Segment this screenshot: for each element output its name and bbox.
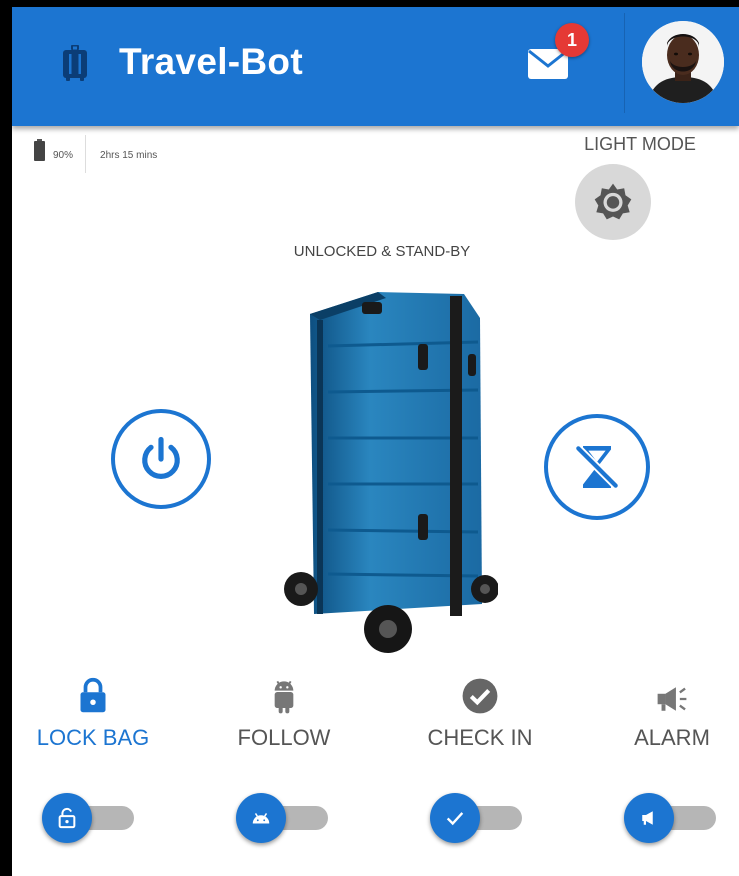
- luggage-icon: [63, 45, 87, 81]
- theme-label: LIGHT MODE: [584, 134, 696, 154]
- time-remaining: 2hrs 15 mins: [100, 150, 158, 161]
- app-title: Travel-Bot: [119, 41, 303, 82]
- check-in-switch[interactable]: [430, 793, 522, 843]
- feature-lock-bag[interactable]: LOCK BAG: [20, 675, 166, 751]
- notification-badge: 1: [555, 23, 589, 57]
- battery-percent: 90%: [53, 150, 74, 161]
- switch-thumb: [236, 793, 286, 843]
- suitcase-image: [284, 292, 498, 653]
- feature-label: ALARM: [634, 725, 710, 750]
- unlock-icon: [58, 807, 76, 829]
- lock-icon: [80, 677, 106, 713]
- hourglass-disabled-icon: [575, 445, 619, 489]
- app-bar: Travel-Bot 1: [12, 7, 739, 126]
- user-avatar[interactable]: [642, 21, 724, 103]
- android-icon: [252, 813, 270, 824]
- feature-list: LOCK BAG FOLLOW CHECK IN ALARM: [12, 675, 739, 755]
- android-icon: [274, 680, 294, 714]
- header-divider: [624, 13, 625, 113]
- switch-thumb: [624, 793, 674, 843]
- app-screen: Travel-Bot 1 90% 2hrs 15 mins LIGHT MODE…: [12, 7, 739, 876]
- battery-status: 90% 2hrs 15 mins: [34, 135, 157, 177]
- check-icon: [446, 812, 464, 826]
- feature-label: CHECK IN: [427, 725, 533, 750]
- power-button[interactable]: [111, 409, 211, 509]
- follow-switch[interactable]: [236, 793, 328, 843]
- timer-off-button[interactable]: [544, 414, 650, 520]
- feature-alarm[interactable]: ALARM: [616, 675, 728, 751]
- brightness-icon: [594, 183, 632, 220]
- theme-toggle-button[interactable]: [575, 164, 651, 240]
- alarm-switch[interactable]: [624, 793, 716, 843]
- battery-icon: [34, 139, 45, 161]
- device-state-label: UNLOCKED & STAND-BY: [293, 243, 471, 260]
- lock-bag-switch[interactable]: [42, 793, 134, 843]
- power-icon: [142, 436, 180, 479]
- switch-thumb: [42, 793, 92, 843]
- status-divider: [85, 135, 87, 173]
- feature-label: FOLLOW: [237, 725, 331, 750]
- megaphone-icon: [642, 811, 653, 825]
- feature-label: LOCK BAG: [36, 725, 150, 750]
- check-circle-icon: [462, 678, 498, 714]
- feature-follow[interactable]: FOLLOW: [222, 675, 346, 751]
- megaphone-icon: [657, 687, 687, 711]
- feature-check-in[interactable]: CHECK IN: [412, 675, 548, 751]
- avatar-portrait: [642, 21, 724, 103]
- switch-thumb: [430, 793, 480, 843]
